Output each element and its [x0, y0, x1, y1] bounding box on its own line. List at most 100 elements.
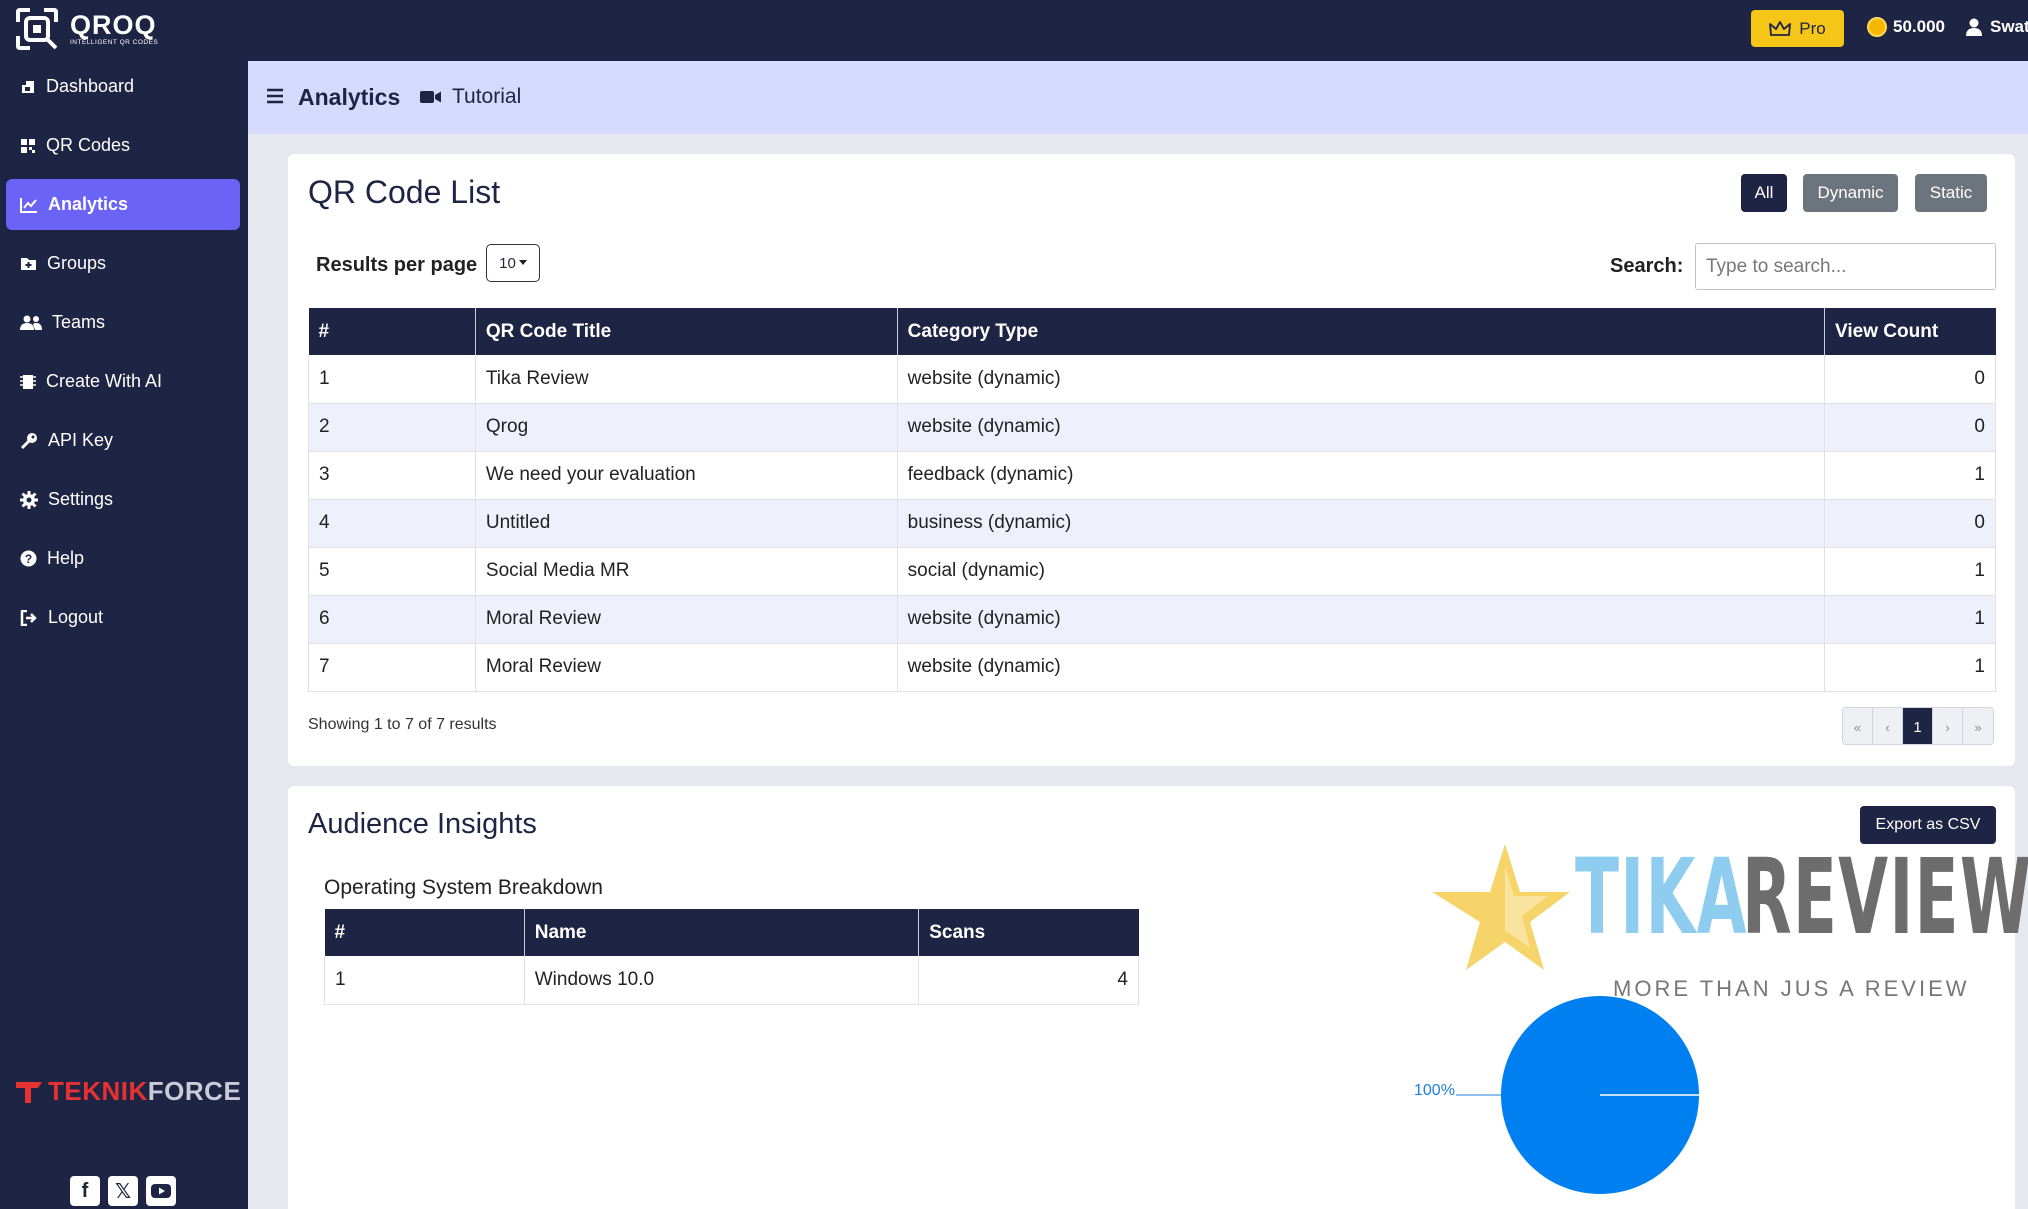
qr-codes-icon: [21, 138, 35, 153]
row-title: Moral Review: [475, 643, 898, 692]
row-view-count: 1: [1824, 451, 1996, 500]
social-links: f 𝕏: [70, 1176, 176, 1206]
tutorial-label: Tutorial: [452, 85, 522, 108]
sidebar-item-settings[interactable]: Settings: [6, 474, 240, 525]
qr-logo-icon: [12, 4, 62, 54]
sidebar-item-teams[interactable]: Teams: [6, 297, 240, 348]
question-circle-icon: ?: [20, 550, 37, 567]
gear-icon: [20, 490, 38, 509]
brand-name: QROQ: [70, 10, 157, 40]
page-header: Analytics Tutorial: [248, 61, 2028, 134]
user-icon: [1966, 18, 1982, 36]
row-os-name: Windows 10.0: [524, 956, 920, 1005]
results-per-page-label: Results per page: [316, 254, 478, 276]
page-title: Analytics: [298, 84, 401, 110]
table-header-row: # Name Scans: [324, 909, 1139, 956]
filter-all-button[interactable]: All: [1741, 174, 1787, 212]
row-category: website (dynamic): [897, 643, 1826, 692]
row-view-count: 0: [1824, 499, 1996, 548]
table-row[interactable]: 1 Tika Review website (dynamic) 0: [308, 355, 1996, 404]
column-header-view-count[interactable]: View Count: [1824, 308, 1996, 355]
table-header-row: # QR Code Title Category Type View Count: [308, 308, 1996, 355]
pagination: « ‹ 1 › »: [1842, 707, 1994, 745]
sidebar-item-dashboard[interactable]: Dashboard: [6, 61, 240, 112]
row-category: business (dynamic): [897, 499, 1826, 548]
qroq-logo[interactable]: QROQ INTELLIGENT QR CODES: [12, 4, 158, 54]
facebook-icon[interactable]: f: [70, 1176, 100, 1206]
table-row[interactable]: 7 Moral Review website (dynamic) 1: [308, 643, 1996, 692]
column-header-category[interactable]: Category Type: [897, 308, 1826, 355]
sidebar-item-create-with-ai[interactable]: Create With AI: [6, 356, 240, 407]
sidebar-item-label: Create With AI: [46, 371, 163, 391]
sidebar-item-qr-codes[interactable]: QR Codes: [6, 120, 240, 171]
crown-icon: [1769, 20, 1792, 36]
column-header-title[interactable]: QR Code Title: [475, 308, 898, 355]
tika-review-watermark: TIKA REVIEW MORE THAN JUS A REVIEW: [1430, 836, 2028, 1006]
page-last-button[interactable]: »: [1963, 708, 1993, 744]
search-input[interactable]: [1695, 243, 1996, 290]
youtube-icon[interactable]: [146, 1176, 176, 1206]
sidebar: Dashboard QR Codes Analytics Groups Team…: [0, 61, 248, 1209]
pro-label: Pro: [1799, 18, 1826, 38]
sidebar-item-label: Teams: [52, 312, 106, 332]
row-number: 7: [308, 643, 476, 692]
tutorial-link[interactable]: Tutorial: [420, 85, 521, 109]
sidebar-item-logout[interactable]: Logout: [6, 592, 240, 643]
sidebar-item-api-key[interactable]: API Key: [6, 415, 240, 466]
sidebar-item-label: Groups: [47, 253, 107, 273]
brand-tagline: INTELLIGENT QR CODES: [70, 39, 159, 46]
top-bar: QROQ INTELLIGENT QR CODES Pro 50.000 Swa…: [0, 0, 2028, 61]
page-current-button[interactable]: 1: [1903, 708, 1933, 744]
logout-icon: [20, 609, 37, 626]
filter-static-button[interactable]: Static: [1915, 174, 1987, 212]
sidebar-item-label: Analytics: [48, 194, 129, 214]
users-icon: [20, 315, 42, 330]
row-title: Tika Review: [475, 355, 898, 404]
row-number: 5: [308, 547, 476, 596]
user-menu[interactable]: Swat: [1966, 17, 2028, 37]
user-name: Swat: [1990, 17, 2028, 36]
table-row[interactable]: 6 Moral Review website (dynamic) 1: [308, 595, 1996, 644]
row-view-count: 0: [1824, 355, 1996, 404]
table-row[interactable]: 4 Untitled business (dynamic) 0: [308, 499, 1996, 548]
x-twitter-icon[interactable]: 𝕏: [108, 1176, 138, 1206]
credits-value: 50.000: [1893, 17, 1945, 36]
sidebar-item-analytics[interactable]: Analytics: [6, 179, 240, 230]
watermark-word-tika: TIKA: [1575, 836, 1748, 958]
column-header-number[interactable]: #: [308, 308, 476, 355]
column-header-number[interactable]: #: [324, 909, 525, 956]
pro-button[interactable]: Pro: [1751, 10, 1844, 47]
row-title: Untitled: [475, 499, 898, 548]
column-header-scans[interactable]: Scans: [918, 909, 1139, 956]
pie-slice-label: 100%: [1414, 1082, 1455, 1099]
page-prev-button[interactable]: ‹: [1873, 708, 1903, 744]
sidebar-item-groups[interactable]: Groups: [6, 238, 240, 289]
row-title: We need your evaluation: [475, 451, 898, 500]
row-view-count: 1: [1824, 547, 1996, 596]
dashboard-icon: [22, 80, 34, 93]
row-title: Qrog: [475, 403, 898, 452]
sidebar-item-label: Help: [47, 548, 85, 568]
table-row[interactable]: 3 We need your evaluation feedback (dyna…: [308, 451, 1996, 500]
teknikforce-logo[interactable]: TEKNIK FORCE: [14, 1076, 241, 1107]
coin-icon: [1867, 17, 1887, 37]
table-row[interactable]: 1 Windows 10.0 4: [324, 956, 1139, 1005]
page-first-button[interactable]: «: [1843, 708, 1873, 744]
page-next-button[interactable]: ›: [1933, 708, 1963, 744]
results-per-page-select[interactable]: 10: [486, 244, 540, 282]
row-view-count: 0: [1824, 403, 1996, 452]
column-header-name[interactable]: Name: [524, 909, 920, 956]
table-row[interactable]: 2 Qrog website (dynamic) 0: [308, 403, 1996, 452]
table-row[interactable]: 5 Social Media MR social (dynamic) 1: [308, 547, 1996, 596]
row-number: 4: [308, 499, 476, 548]
credits-display: 50.000: [1867, 17, 1945, 37]
sidebar-item-help[interactable]: ? Help: [6, 533, 240, 584]
key-icon: [20, 432, 37, 449]
sidebar-item-label: Settings: [48, 489, 114, 509]
row-category: social (dynamic): [897, 547, 1826, 596]
qr-code-list-card: QR Code List All Dynamic Static Results …: [288, 154, 2015, 766]
results-summary: Showing 1 to 7 of 7 results: [308, 716, 497, 733]
results-per-page-value: 10: [499, 254, 516, 272]
hamburger-menu-icon[interactable]: [266, 88, 284, 104]
filter-dynamic-button[interactable]: Dynamic: [1803, 174, 1898, 212]
